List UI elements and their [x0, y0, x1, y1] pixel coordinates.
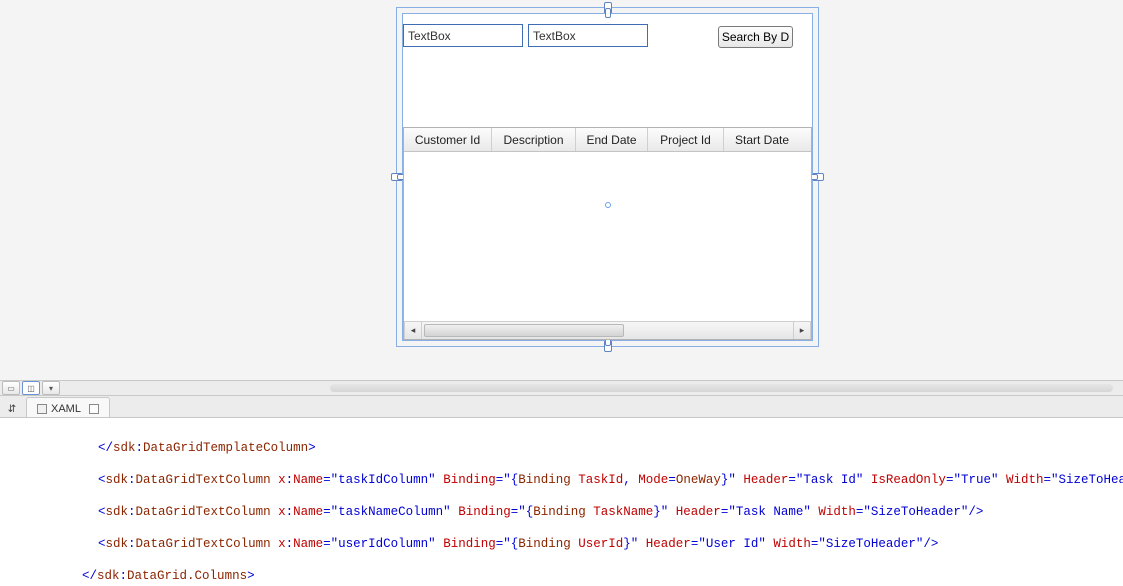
search-button[interactable]: Search By D: [718, 26, 793, 48]
upper-date-textbox[interactable]: TextBox: [528, 24, 648, 47]
scroll-track[interactable]: [422, 322, 793, 339]
scroll-left-icon[interactable]: ◂: [404, 322, 422, 339]
textbox-text: TextBox: [408, 29, 451, 43]
xaml-editor[interactable]: </sdk:DataGridTemplateColumn> <sdk:DataG…: [0, 418, 1123, 586]
textbox-text: TextBox: [533, 29, 576, 43]
designer-splitter[interactable]: ▭ ◫ ▾: [0, 380, 1123, 396]
scroll-right-icon[interactable]: ▸: [793, 322, 811, 339]
lower-date-textbox[interactable]: TextBox: [403, 24, 523, 47]
datagrid-body: [404, 152, 811, 321]
button-label: Search By D: [722, 30, 789, 44]
tab-label: XAML: [51, 403, 81, 415]
column-header[interactable]: End Date: [576, 128, 648, 151]
tab-secondary-icon: [89, 404, 99, 414]
horizontal-scrollbar[interactable]: ◂ ▸: [404, 321, 811, 339]
splitter-track[interactable]: [330, 384, 1113, 392]
datagrid-header: Customer Id Description End Date Project…: [404, 128, 811, 152]
outer-selection-frame: TextBox TextBox Search By D Customer Id …: [396, 7, 819, 347]
swap-panes-icon[interactable]: ⇵: [4, 401, 20, 417]
designer-surface[interactable]: TextBox TextBox Search By D Customer Id …: [0, 0, 1123, 380]
usercontrol-canvas[interactable]: TextBox TextBox Search By D Customer Id …: [402, 13, 813, 341]
xaml-file-icon: [37, 404, 47, 414]
column-header[interactable]: Description: [492, 128, 576, 151]
column-header[interactable]: Project Id: [648, 128, 724, 151]
column-header[interactable]: Customer Id: [404, 128, 492, 151]
inner-handle-top[interactable]: [605, 8, 611, 18]
split-vertical-icon[interactable]: ◫: [22, 381, 40, 395]
split-horizontal-icon[interactable]: ▭: [2, 381, 20, 395]
center-anchor-icon: [605, 202, 611, 208]
collapse-pane-icon[interactable]: ▾: [42, 381, 60, 395]
tab-xaml[interactable]: XAML: [26, 397, 110, 417]
column-header[interactable]: Start Date: [724, 128, 800, 151]
datagrid[interactable]: Customer Id Description End Date Project…: [403, 127, 812, 340]
scroll-thumb[interactable]: [424, 324, 624, 337]
editor-tab-strip: ⇵ XAML: [0, 396, 1123, 418]
